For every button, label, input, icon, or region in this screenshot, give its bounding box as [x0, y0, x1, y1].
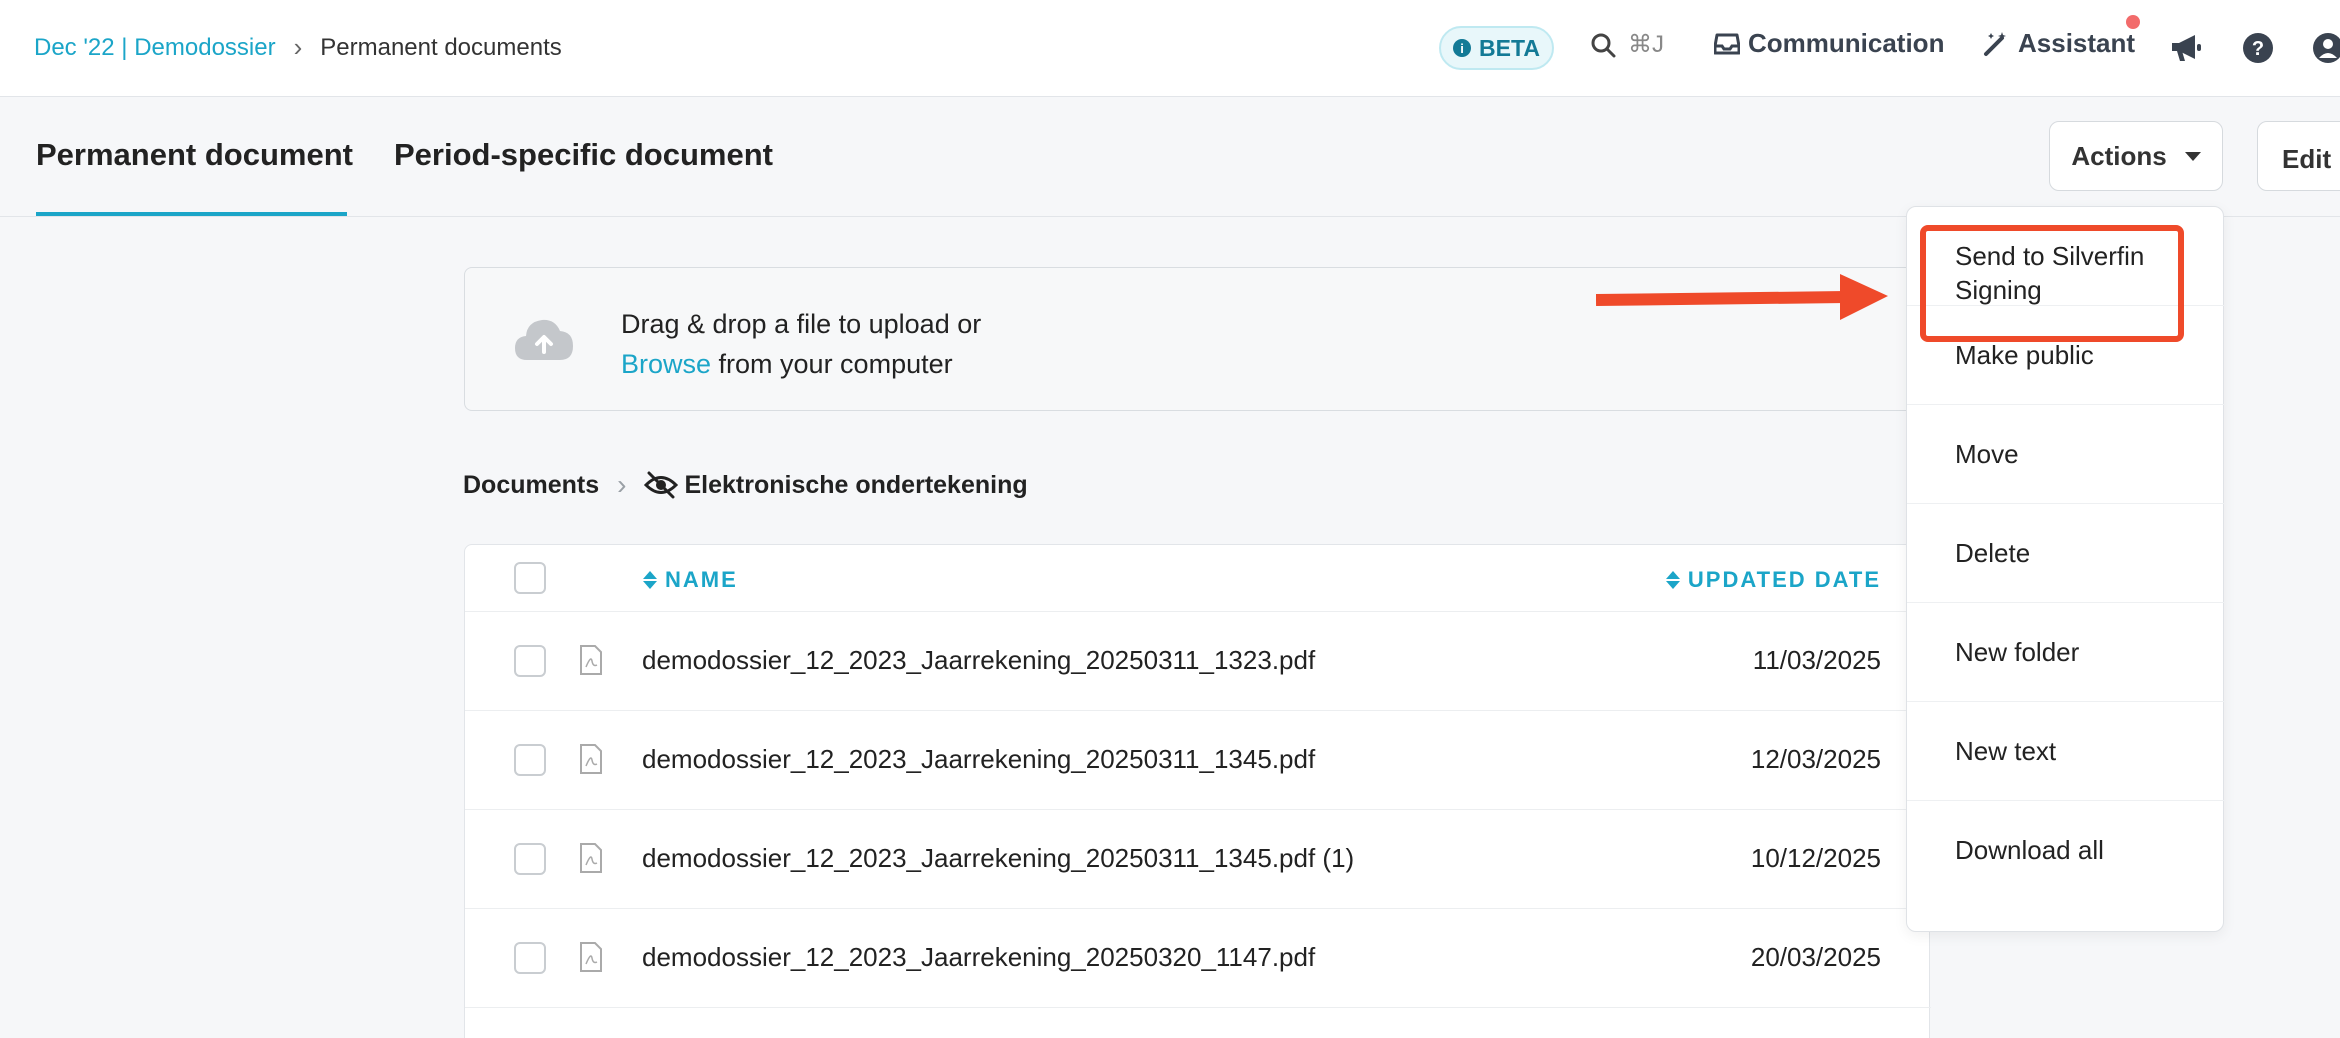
- file-date: 20/03/2025: [1750, 942, 1881, 972]
- pdf-file-icon: [580, 744, 602, 774]
- table-row[interactable]: demodossier_12_2023_Jaarrekening_2025032…: [465, 909, 1931, 1008]
- beta-badge[interactable]: i BETA: [1439, 26, 1554, 70]
- caret-down-icon: [2184, 151, 2201, 161]
- pdf-file-icon: [580, 942, 602, 972]
- assistant-label: Assistant: [2018, 28, 2136, 58]
- inbox-icon: [1714, 33, 1740, 54]
- search-shortcut: ⌘J: [1628, 31, 1664, 58]
- folder-path: Documents › Elektronische ondertekening: [463, 469, 1028, 501]
- file-name[interactable]: demodossier_12_2023_Jaarrekening_2025031…: [642, 744, 1315, 775]
- document-tabs: Permanent document Period-specific docum…: [0, 97, 2340, 217]
- file-name[interactable]: demodossier_12_2023_Jaarrekening_2025031…: [642, 645, 1315, 676]
- sort-name-header[interactable]: NAME: [643, 567, 738, 593]
- menu-item-new-text[interactable]: New text: [1907, 702, 2225, 801]
- file-name[interactable]: demodossier_12_2023_Jaarrekening_2025031…: [642, 843, 1354, 874]
- select-all-checkbox[interactable]: [514, 562, 546, 594]
- actions-button[interactable]: Actions: [2049, 121, 2223, 191]
- edit-button[interactable]: Edit: [2257, 121, 2340, 191]
- menu-item-new-folder[interactable]: New folder: [1907, 603, 2225, 702]
- browse-link[interactable]: Browse: [621, 349, 711, 379]
- help-button[interactable]: ?: [2240, 30, 2276, 66]
- breadcrumb-parent-link[interactable]: Dec '22 | Demodossier: [34, 34, 276, 62]
- chevron-right-icon: ›: [293, 32, 303, 62]
- sort-icon: [1665, 571, 1680, 589]
- notification-dot: [2126, 15, 2140, 29]
- actions-label: Actions: [2071, 140, 2167, 171]
- menu-item-delete[interactable]: Delete: [1907, 504, 2225, 603]
- sort-updated-date-header[interactable]: UPDATED DATE: [1665, 567, 1881, 593]
- sort-icon: [643, 571, 657, 589]
- beta-label: BETA: [1479, 34, 1540, 61]
- cloud-upload-icon: [515, 319, 573, 360]
- pdf-file-icon: [580, 843, 602, 873]
- documents-table: NAME UPDATED DATE demodossier_12_2023_Ja…: [464, 544, 1931, 1038]
- help-icon: ?: [2243, 33, 2273, 63]
- user-icon: [2313, 33, 2340, 63]
- path-folder-label: Elektronische ondertekening: [684, 470, 1028, 499]
- eye-slash-icon: [644, 471, 679, 499]
- upload-instructions: Drag & drop a file to upload or Browse f…: [621, 304, 981, 384]
- info-icon: i: [1453, 39, 1472, 57]
- row-checkbox[interactable]: [514, 645, 546, 677]
- breadcrumb-current: Permanent documents: [320, 33, 562, 61]
- megaphone-icon: [2172, 35, 2201, 61]
- annotation-arrow-icon: [1596, 274, 1888, 320]
- active-tab-indicator: [36, 212, 347, 216]
- table-row[interactable]: demodossier_12_2023_Jaarrekening_2025031…: [465, 711, 1931, 810]
- file-name[interactable]: demodossier_12_2023_Jaarrekening_2025032…: [642, 942, 1315, 973]
- search-icon: [1591, 33, 1616, 57]
- tab-period-specific-document[interactable]: Period-specific document: [394, 137, 773, 173]
- row-checkbox[interactable]: [514, 843, 546, 875]
- row-checkbox[interactable]: [514, 942, 546, 974]
- table-row[interactable]: demodossier_12_2023_Jaarrekening_2025031…: [465, 612, 1931, 711]
- pdf-file-icon: [580, 645, 602, 675]
- path-root-link[interactable]: Documents: [463, 471, 599, 500]
- communication-label: Communication: [1748, 28, 1945, 58]
- file-date: 10/12/2025: [1750, 843, 1881, 873]
- communication-button[interactable]: Communication: [1714, 28, 1944, 59]
- file-date: 12/03/2025: [1750, 744, 1881, 774]
- upload-line-1: Drag & drop a file to upload or: [621, 309, 982, 339]
- menu-item-move[interactable]: Move: [1907, 405, 2225, 504]
- upload-line-2: from your computer: [711, 349, 953, 379]
- path-current-folder: Elektronische ondertekening: [644, 470, 1028, 500]
- row-checkbox[interactable]: [514, 744, 546, 776]
- announcements-button[interactable]: [2168, 30, 2204, 66]
- col-updated-label: UPDATED DATE: [1687, 567, 1881, 592]
- top-bar: Dec '22 | Demodossier › Permanent docume…: [0, 0, 2340, 97]
- assistant-button[interactable]: Assistant: [1982, 28, 2135, 59]
- menu-item-download-all[interactable]: Download all: [1907, 801, 2225, 900]
- table-header: NAME UPDATED DATE: [465, 545, 1931, 612]
- highlight-box: [1920, 225, 2184, 342]
- file-date: 11/03/2025: [1752, 645, 1881, 675]
- magic-wand-icon: [1984, 31, 2006, 56]
- breadcrumb: Dec '22 | Demodossier › Permanent docume…: [34, 32, 562, 63]
- tab-permanent-document[interactable]: Permanent document: [36, 137, 353, 173]
- user-menu-button[interactable]: [2310, 30, 2340, 66]
- col-name-label: NAME: [665, 567, 738, 592]
- table-row[interactable]: demodossier_12_2023_Jaarrekening_2025031…: [465, 810, 1931, 909]
- search-button[interactable]: ⌘J: [1590, 30, 1664, 59]
- svg-text:?: ?: [2252, 38, 2264, 60]
- chevron-right-icon: ›: [617, 469, 627, 500]
